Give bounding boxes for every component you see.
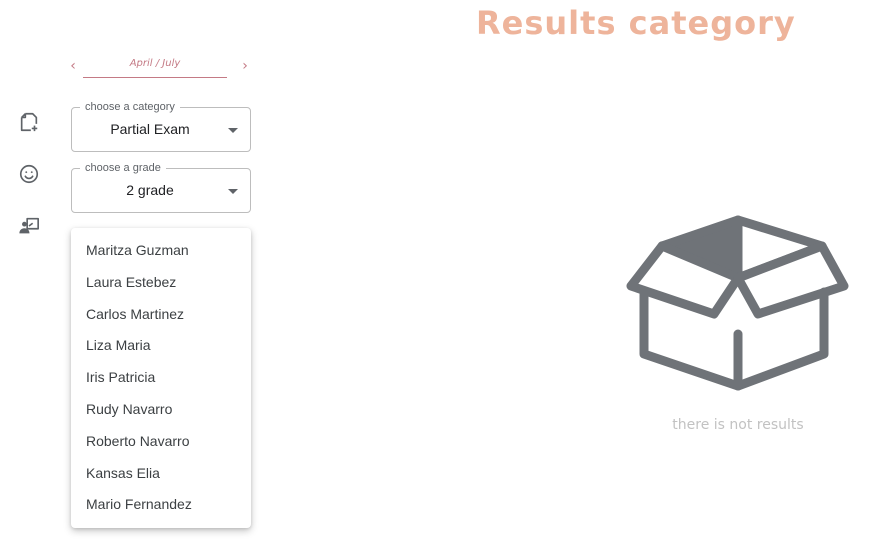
page-title: Results category — [476, 4, 796, 42]
grade-select-value: 2 grade — [126, 182, 174, 198]
student-option[interactable]: Kansas Elia — [71, 458, 251, 490]
student-option[interactable]: Iris Patricia — [71, 362, 251, 394]
open-box-icon — [626, 214, 850, 392]
category-select[interactable]: choose a category Partial Exam — [71, 101, 251, 152]
period-label[interactable]: April / July — [83, 57, 227, 78]
student-option[interactable]: Maritza Guzman — [71, 235, 251, 267]
next-period-button[interactable]: › — [238, 58, 252, 74]
chevron-right-icon: › — [242, 58, 248, 74]
grade-select[interactable]: choose a grade 2 grade — [71, 162, 251, 213]
student-dropdown-menu: Maritza Guzman Laura Estebez Carlos Mart… — [71, 228, 251, 528]
add-document-icon[interactable] — [18, 111, 40, 133]
empty-state-message: there is not results — [672, 417, 804, 433]
student-option[interactable]: Roberto Navarro — [71, 426, 251, 458]
category-select-value: Partial Exam — [110, 121, 190, 137]
student-option[interactable]: Liza Maria — [71, 330, 251, 362]
category-select-label: choose a category — [80, 101, 180, 113]
smiley-face-icon[interactable] — [18, 163, 40, 185]
student-option[interactable]: Laura Estebez — [71, 267, 251, 299]
caret-down-icon — [228, 189, 238, 194]
caret-down-icon — [228, 128, 238, 133]
student-option[interactable]: Rudy Navarro — [71, 394, 251, 426]
chevron-left-icon: ‹ — [70, 58, 76, 74]
grade-select-label: choose a grade — [80, 162, 166, 174]
teacher-board-icon[interactable] — [18, 215, 40, 237]
student-option[interactable]: Mario Fernandez — [71, 489, 251, 521]
previous-period-button[interactable]: ‹ — [66, 58, 80, 74]
student-option[interactable]: Carlos Martinez — [71, 299, 251, 331]
